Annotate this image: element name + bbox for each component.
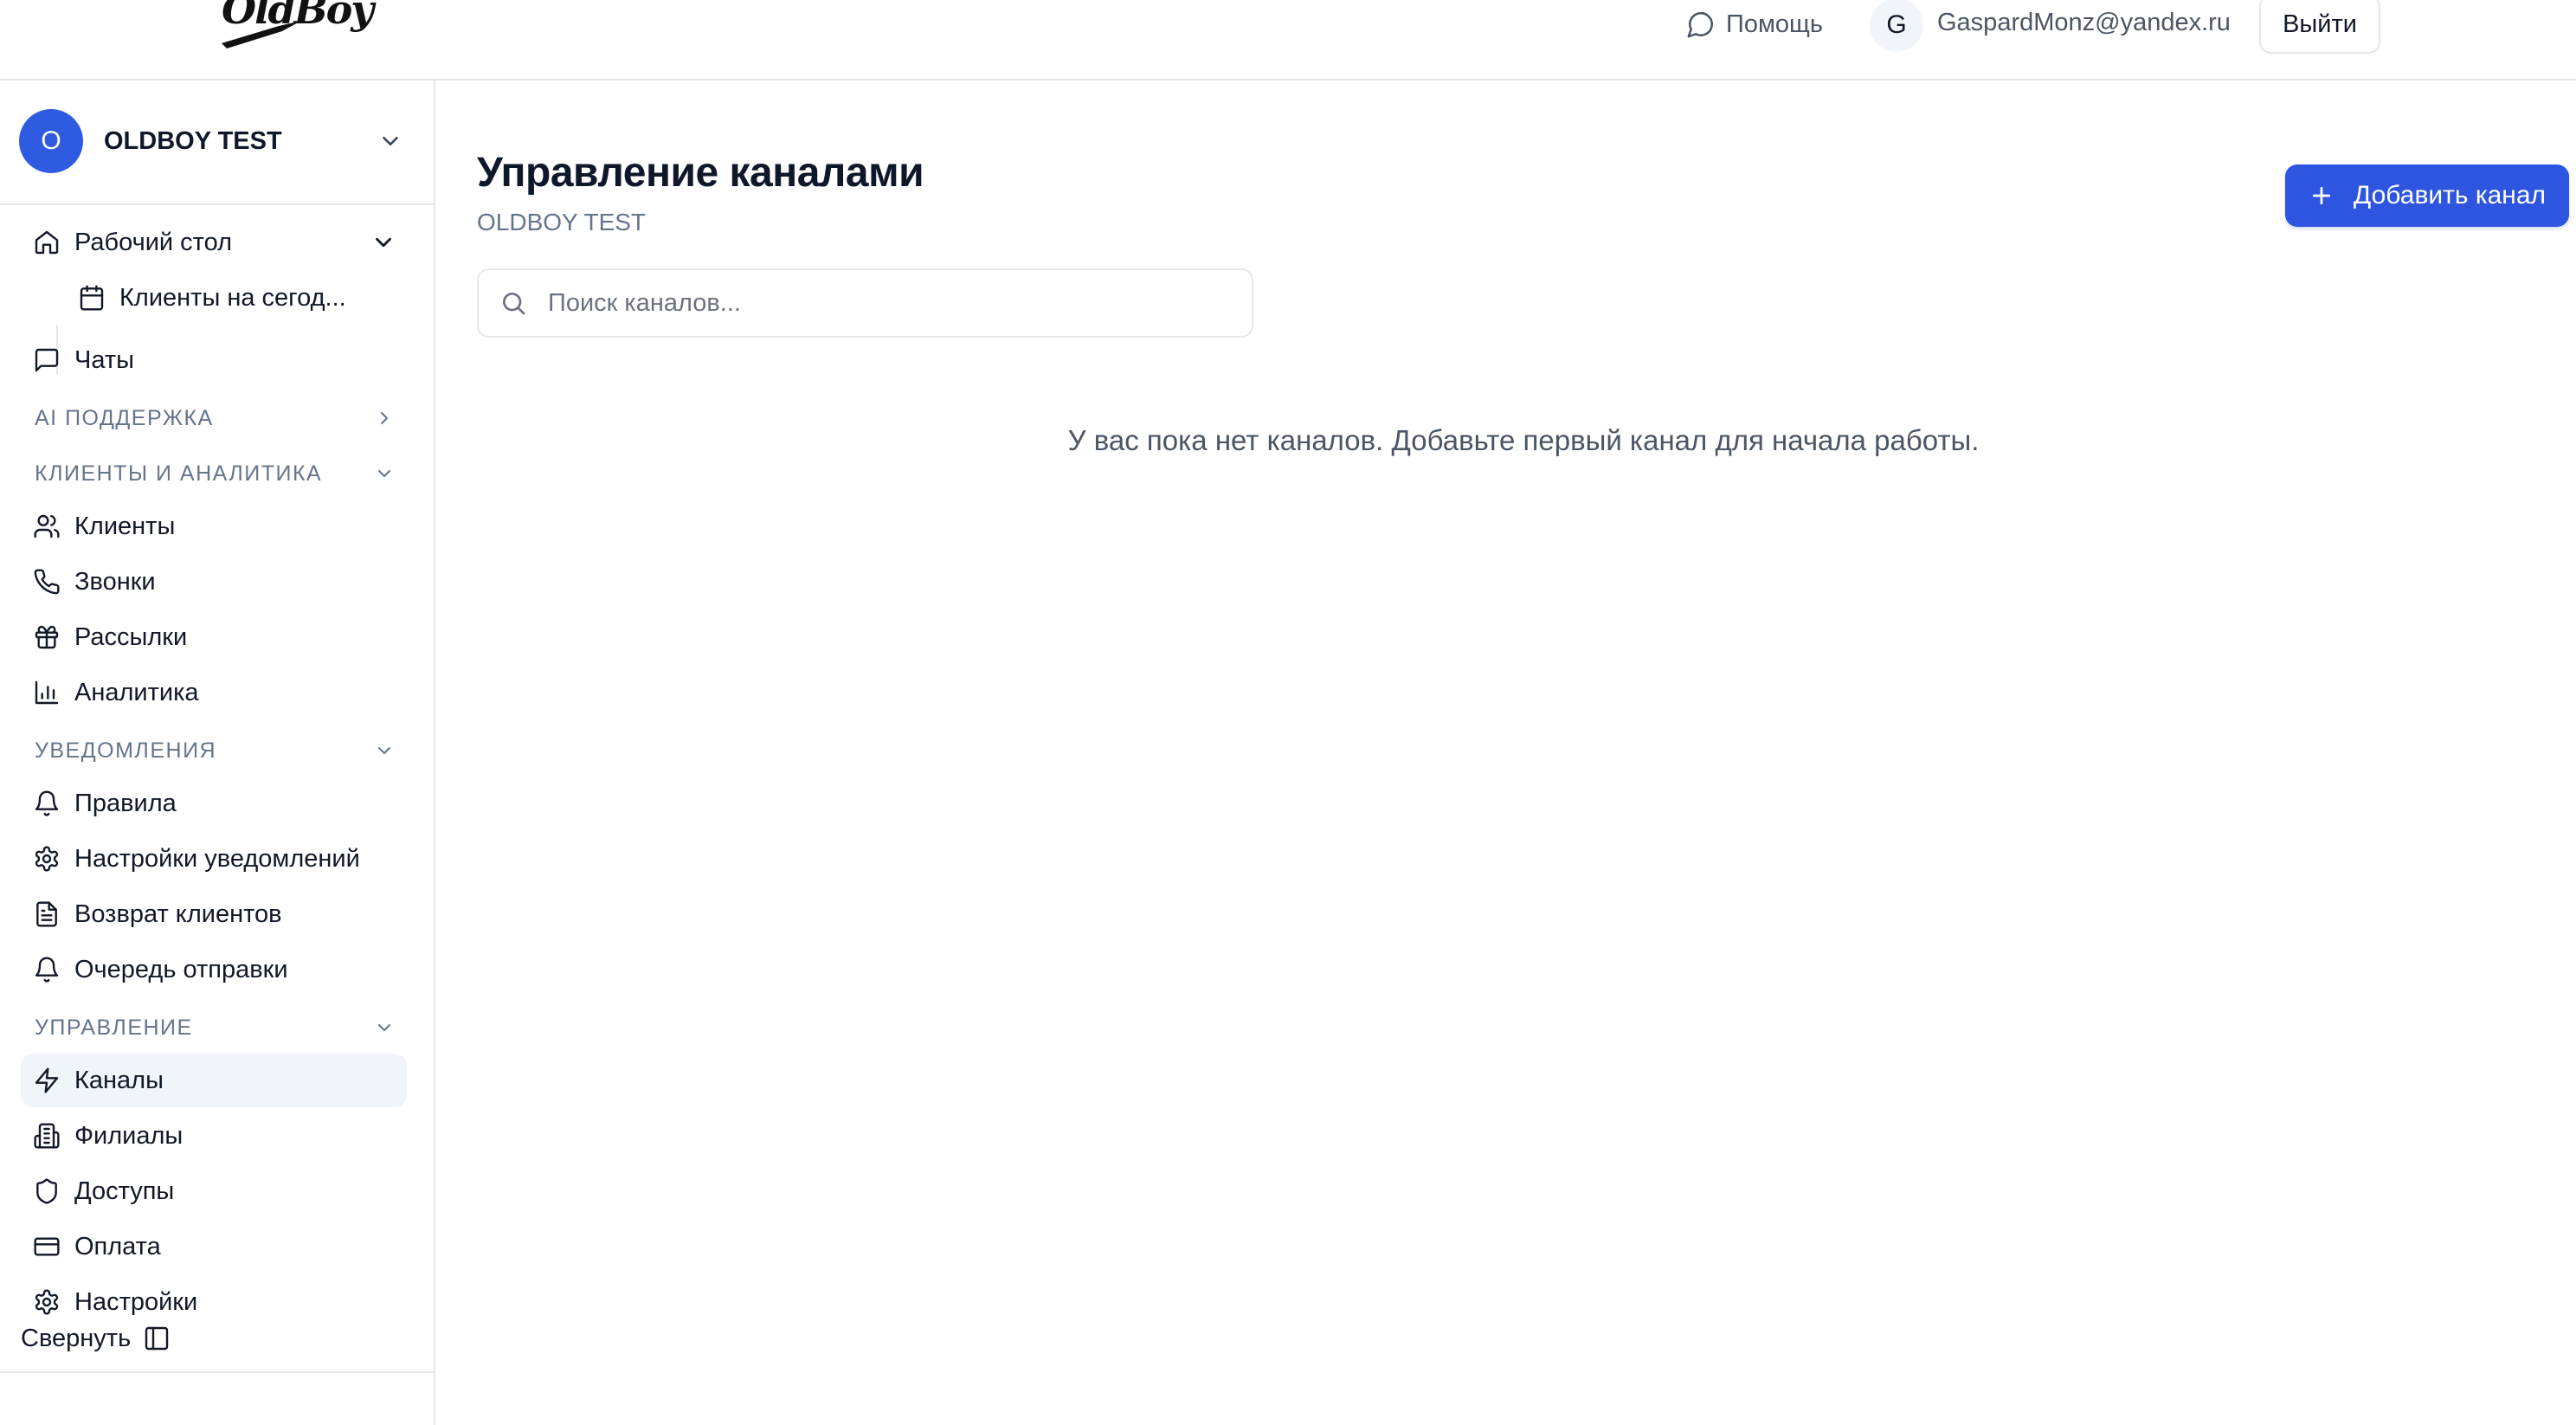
gift-icon — [33, 623, 61, 651]
sidebar-item-label: Аналитика — [74, 678, 199, 706]
sidebar-item-label: Правила — [74, 789, 177, 817]
user-avatar[interactable]: G — [1870, 0, 1923, 52]
sidebar-item-label: Возврат клиентов — [74, 899, 282, 928]
section-management[interactable]: УПРАВЛЕНИЕ — [35, 1010, 398, 1045]
search-icon — [503, 293, 525, 315]
chevron-down-icon — [383, 137, 398, 145]
org-initial: O — [41, 126, 61, 155]
sidebar-item-label: Каналы — [74, 1066, 164, 1094]
sidebar-item-label: Настройки — [74, 1287, 198, 1316]
gear-icon — [33, 845, 61, 873]
sidebar-item-label: Рабочий стол — [74, 228, 233, 256]
search-input[interactable] — [546, 287, 1242, 319]
sidebar-item-calls[interactable]: Звонки — [21, 555, 407, 609]
org-switcher[interactable]: O OLDBOY TEST — [19, 109, 409, 173]
message-square-icon — [33, 346, 61, 374]
org-avatar: O — [19, 109, 83, 173]
logo-razor-icon — [222, 21, 301, 48]
shield-icon — [33, 1177, 61, 1205]
empty-state-message: У вас пока нет каналов. Добавьте первый … — [1067, 424, 1980, 456]
sidebar-item-clients-today[interactable]: Клиенты на сегод... — [66, 271, 377, 325]
sidebar-item-mailings[interactable]: Рассылки — [21, 610, 407, 664]
bar-chart-icon — [33, 679, 61, 706]
sidebar-item-label: Клиенты на сегод... — [119, 283, 346, 312]
chevron-down-icon — [378, 1024, 390, 1031]
page-subtitle: OLDBOY TEST — [477, 209, 647, 235]
chevron-down-icon[interactable] — [370, 229, 396, 255]
sidebar-collapse-button[interactable]: Свернуть — [21, 1321, 171, 1356]
sidebar-item-client-return[interactable]: Возврат клиентов — [21, 887, 407, 941]
section-label: КЛИЕНТЫ И АНАЛИТИКА — [35, 461, 323, 486]
sidebar-divider — [0, 1371, 434, 1373]
gear-icon — [33, 1288, 61, 1316]
users-icon — [33, 513, 61, 540]
section-notifications[interactable]: УВЕДОМЛЕНИЯ — [35, 733, 398, 768]
page-title: Управление каналами — [477, 150, 924, 196]
sidebar-item-branches[interactable]: Филиалы — [21, 1109, 407, 1163]
panel-left-icon — [145, 1326, 169, 1351]
chevron-down-icon — [378, 470, 390, 477]
sidebar-item-payment[interactable]: Оплата — [21, 1220, 407, 1273]
credit-card-icon — [33, 1233, 61, 1261]
sidebar-item-label: Рассылки — [74, 622, 188, 651]
sidebar-item-chats[interactable]: Чаты — [21, 333, 407, 387]
sidebar-item-label: Звонки — [74, 567, 156, 596]
home-icon — [33, 229, 61, 256]
plus-icon — [2312, 186, 2331, 205]
sidebar-item-label: Доступы — [74, 1177, 175, 1205]
chevron-right-icon — [381, 412, 388, 424]
sidebar-item-label: Настройки уведомлений — [74, 844, 360, 873]
help-link[interactable]: Помощь — [1686, 7, 1823, 42]
section-label: УВЕДОМЛЕНИЯ — [35, 738, 217, 763]
org-name: OLDBOY TEST — [104, 126, 282, 155]
lightning-icon — [33, 1067, 61, 1094]
sidebar-item-rules[interactable]: Правила — [21, 777, 407, 830]
sidebar-divider — [0, 203, 434, 205]
sidebar: O OLDBOY TEST Рабочий стол Клиенты на се… — [0, 81, 435, 1425]
sidebar-item-channels[interactable]: Каналы — [21, 1054, 407, 1107]
logout-button[interactable]: Выйти — [2259, 0, 2380, 54]
sidebar-item-analytics[interactable]: Аналитика — [21, 666, 407, 719]
section-clients-analytics[interactable]: КЛИЕНТЫ И АНАЛИТИКА — [35, 456, 398, 491]
sidebar-item-desktop[interactable]: Рабочий стол — [21, 216, 407, 269]
help-label: Помощь — [1726, 10, 1824, 38]
phone-icon — [33, 568, 61, 596]
chat-bubble-icon — [1687, 11, 1714, 38]
section-ai-support[interactable]: AI ПОДДЕРЖКА — [35, 401, 398, 435]
sidebar-item-notification-settings[interactable]: Настройки уведомлений — [21, 832, 407, 886]
file-text-icon — [33, 900, 61, 928]
section-label: УПРАВЛЕНИЕ — [35, 1015, 193, 1040]
oldboy-logo[interactable]: OldBoy — [218, 0, 374, 54]
sidebar-item-send-queue[interactable]: Очередь отправки — [21, 943, 407, 996]
sidebar-item-label: Филиалы — [74, 1121, 184, 1150]
chevron-down-icon — [378, 747, 390, 754]
channel-search[interactable] — [477, 268, 1253, 338]
top-header: OldBoy Помощь G GaspardMonz@yandex.ru Вы… — [0, 0, 2576, 81]
sidebar-item-clients[interactable]: Клиенты — [21, 500, 407, 553]
collapse-label: Свернуть — [21, 1324, 132, 1352]
sidebar-item-label: Чаты — [74, 345, 134, 374]
calendar-icon — [78, 284, 106, 312]
section-label: AI ПОДДЕРЖКА — [35, 405, 214, 430]
sidebar-item-label: Клиенты — [74, 512, 176, 540]
bell-icon — [33, 790, 61, 817]
sidebar-item-label: Оплата — [74, 1232, 161, 1261]
add-channel-label: Добавить канал — [2353, 181, 2547, 210]
sidebar-item-label: Очередь отправки — [74, 955, 288, 983]
sidebar-item-access[interactable]: Доступы — [21, 1164, 407, 1218]
user-initial: G — [1886, 10, 1907, 39]
add-channel-button[interactable]: Добавить канал — [2285, 164, 2569, 227]
building-icon — [33, 1122, 61, 1150]
user-email: GaspardMonz@yandex.ru — [1937, 9, 2231, 36]
bell-icon — [33, 956, 61, 983]
